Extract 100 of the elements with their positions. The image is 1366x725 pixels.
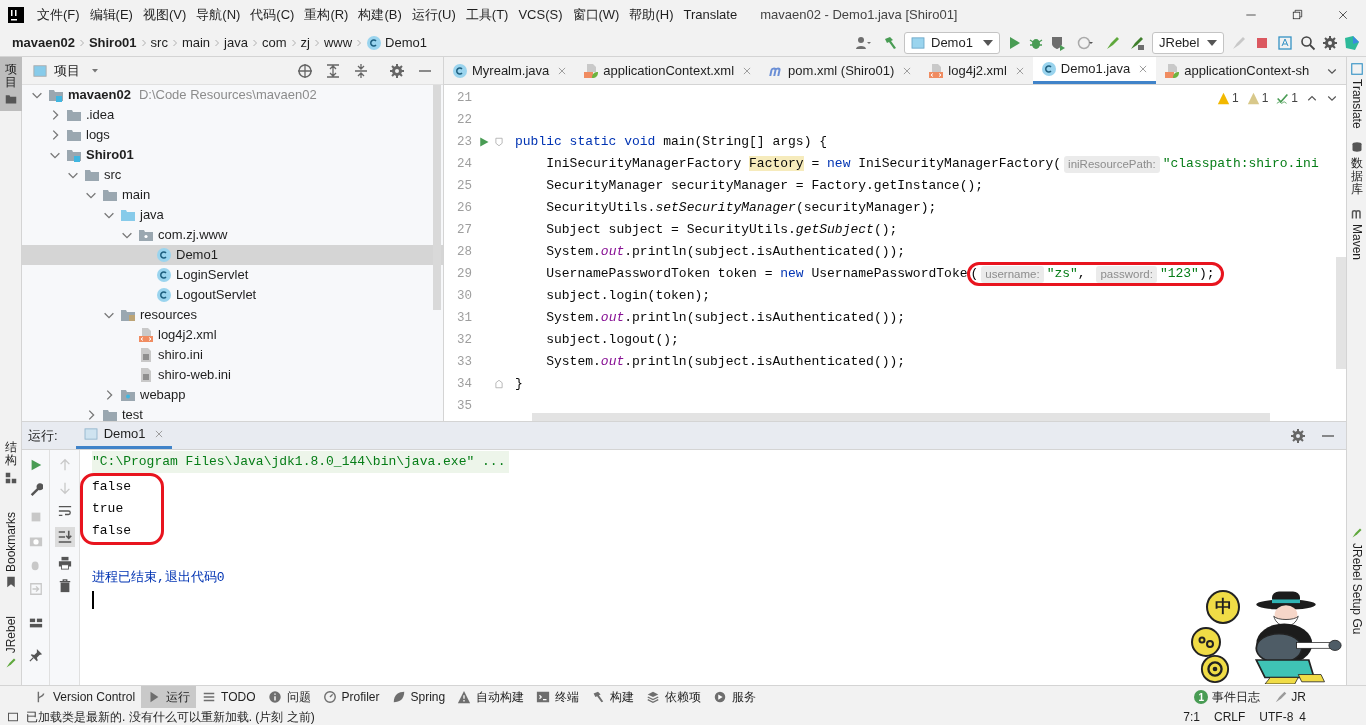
settings-icon[interactable] [1290,427,1306,444]
menu-item[interactable]: 工具(T) [460,5,514,25]
menu-item[interactable]: VCS(S) [513,5,568,25]
tree-item[interactable]: Shiro01 [22,145,443,165]
hammer-icon[interactable] [882,35,898,51]
editor-tab[interactable]: applicationContext-sh [1156,57,1318,84]
tree-item[interactable]: resources [22,305,443,325]
tool-window-button[interactable]: Spring [385,686,452,708]
tree-item-label[interactable]: mavaen02 [68,85,131,105]
search-icon[interactable] [1300,35,1316,51]
breadcrumb[interactable]: Demo1 [385,33,427,53]
scrollbar[interactable] [433,85,441,310]
menu-item[interactable]: Translate [678,5,743,25]
tree-item[interactable]: Demo1 [22,245,443,265]
tree-item[interactable]: test [22,405,443,421]
tree-item[interactable]: shiro-web.ini [22,365,443,385]
tool-window-button[interactable]: Version Control [28,686,142,708]
print-icon[interactable] [57,556,72,570]
editor-tab[interactable]: Myrealm.java [444,57,576,84]
fold-icon[interactable] [494,378,504,390]
locate-icon[interactable] [297,62,313,79]
tree-item[interactable]: src [22,165,443,185]
tree-item[interactable]: logs [22,125,443,145]
panel-toggle-icon[interactable] [6,710,20,723]
close-icon[interactable] [557,65,568,76]
menu-item[interactable]: 代码(C) [245,5,300,25]
tool-window-tab[interactable]: Maven [1347,224,1366,261]
editor-tab[interactable]: pom.xml (Shiro01) [760,57,921,84]
event-log-button[interactable]: 1 事件日志 [1194,688,1261,706]
app-logo-icon[interactable] [8,7,24,23]
tree-item[interactable]: .idea [22,105,443,125]
pin-icon[interactable] [28,648,43,662]
status-item[interactable]: 4 [1299,707,1306,725]
menu-item[interactable]: 运行(U) [406,5,461,25]
breadcrumb[interactable]: java [224,33,248,53]
inspection-count[interactable]: 1 [1231,89,1239,107]
translate-icon[interactable] [1276,35,1294,51]
scrollbar[interactable] [532,413,1270,421]
editor-tab[interactable]: Demo1.java [1032,57,1157,84]
tool-window-button[interactable]: 问题 [261,686,317,708]
tool-window-tab[interactable]: Bookmarks [1,511,20,572]
menu-item[interactable]: 重构(R) [299,5,354,25]
settings-icon[interactable] [389,62,405,79]
jrebel-console-button[interactable]: JR [1274,688,1306,706]
collapse-all-icon[interactable] [353,62,369,79]
inspection-count[interactable]: 1 [1261,89,1269,107]
close-icon[interactable] [153,429,164,439]
trash-icon[interactable] [57,579,72,593]
menu-item[interactable]: 视图(V) [137,5,192,25]
tree-item[interactable]: LogoutServlet [22,285,443,305]
tool-window-button[interactable]: 自动构建 [451,686,531,708]
jrebel-dropdown[interactable]: JRebel [1152,32,1224,54]
tool-window-tab[interactable]: JRebel [1,615,20,653]
tool-window-tab[interactable]: Translate [1347,79,1366,129]
menu-item[interactable]: 文件(F) [32,5,85,25]
editor-tab[interactable]: applicationContext.xml [575,57,761,84]
tree-item[interactable]: com.zj.www [22,225,443,245]
status-item[interactable]: UTF-8 [1259,707,1294,725]
tool-window-tab[interactable]: JRebel Setup Gu [1347,542,1366,634]
tree-item[interactable]: log4j2.xml [22,325,443,345]
run-icon[interactable] [478,136,490,148]
tool-window-button[interactable]: TODO [196,686,262,708]
close-icon[interactable] [902,65,913,76]
tool-window-button[interactable]: 依赖项 [640,686,708,708]
ime-target-icon[interactable] [1200,654,1230,684]
status-item[interactable]: CRLF [1213,707,1246,725]
breadcrumb[interactable]: src [150,33,168,53]
scroll-to-end-icon[interactable] [54,527,75,547]
close-icon[interactable] [742,65,753,76]
tool-window-tab[interactable]: 结构 [4,441,17,468]
tool-window-button[interactable]: 运行 [141,686,197,708]
breadcrumb[interactable]: www [323,33,353,53]
tree-item[interactable]: webapp [22,385,443,405]
close-icon[interactable] [1014,65,1025,76]
panel-title[interactable]: 项目 [54,60,80,81]
wrench-icon[interactable] [28,482,43,496]
breadcrumb[interactable]: main [181,33,211,53]
stop-icon[interactable] [1254,35,1270,51]
tree-item[interactable]: LoginServlet [22,265,443,285]
tool-window-button[interactable]: Profiler [316,686,386,708]
tool-window-button[interactable]: 构建 [585,686,641,708]
menu-item[interactable]: 窗口(W) [567,5,625,25]
close-icon[interactable] [1138,64,1149,74]
tool-window-tab[interactable]: 数据库 [1350,156,1363,197]
status-item[interactable]: 7:1 [1183,707,1200,725]
editor-tab[interactable]: log4j2.xml [920,57,1033,84]
settings-icon[interactable] [1322,35,1338,51]
breadcrumb[interactable]: Shiro01 [88,33,137,53]
menu-item[interactable]: 编辑(E) [84,5,138,25]
soft-wrap-icon[interactable] [57,504,72,518]
layout-icon[interactable] [28,616,43,630]
tool-window-button[interactable]: 终端 [530,686,586,708]
coverage-icon[interactable] [1050,35,1066,51]
scrollbar[interactable] [1336,257,1346,369]
breadcrumb[interactable]: com [261,33,287,53]
tool-window-button[interactable]: 服务 [707,686,763,708]
menu-item[interactable]: 导航(N) [191,5,246,25]
tree-item[interactable]: java [22,205,443,225]
expand-all-icon[interactable] [325,62,341,79]
caret-icon[interactable] [90,66,100,75]
